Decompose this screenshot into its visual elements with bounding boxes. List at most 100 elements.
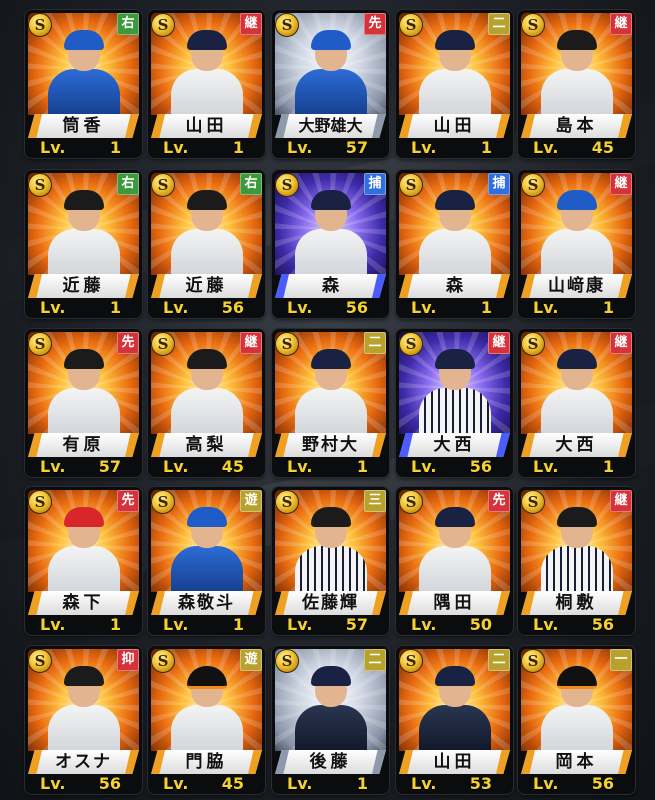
- level-row: Lv. 1: [399, 138, 510, 158]
- player-name: 大野雄大: [298, 116, 363, 135]
- player-card[interactable]: S 遊森敬斗 Lv. 1: [148, 487, 265, 635]
- player-name: 桐敷: [555, 593, 598, 613]
- position-badge: 二: [488, 649, 510, 671]
- position-badge: 継: [610, 173, 632, 195]
- position-badge: 右: [240, 173, 262, 195]
- player-card[interactable]: S 先大野雄大 Lv. 57: [272, 10, 389, 158]
- player-card[interactable]: S 先有原 Lv. 57: [25, 329, 142, 477]
- level-row: Lv. 53: [399, 774, 510, 794]
- position-badge: 三: [364, 490, 386, 512]
- s-coin-icon: S: [275, 173, 299, 197]
- player-name: 山田: [433, 116, 476, 136]
- name-bar: 近藤: [151, 274, 262, 298]
- player-card[interactable]: S 先森下 Lv. 1: [25, 487, 142, 635]
- player-name: 高梨: [185, 435, 228, 455]
- level-value: 45: [591, 138, 614, 157]
- player-name: 門脇: [185, 752, 228, 772]
- level-label: Lv.: [40, 774, 66, 793]
- player-card[interactable]: S 右近藤 Lv. 56: [148, 170, 265, 318]
- level-label: Lv.: [287, 298, 313, 317]
- player-name: 佐藤輝: [302, 593, 359, 613]
- position-badge: 遊: [240, 490, 262, 512]
- player-figure: [168, 29, 246, 115]
- player-card[interactable]: S 継島本 Lv. 45: [518, 10, 635, 158]
- player-cap: [434, 190, 475, 210]
- level-row: Lv. 56: [275, 298, 386, 318]
- position-badge: 先: [117, 332, 139, 354]
- player-card[interactable]: S 継大西 Lv. 1: [518, 329, 635, 477]
- player-card[interactable]: S 二野村大 Lv. 1: [272, 329, 389, 477]
- name-bar: 近藤: [28, 274, 139, 298]
- name-bar: 筒香: [28, 114, 139, 138]
- player-card[interactable]: S 三佐藤輝 Lv. 57: [272, 487, 389, 635]
- level-row: Lv. 56: [151, 298, 262, 318]
- player-card[interactable]: S 捕森 Lv. 1: [396, 170, 513, 318]
- level-label: Lv.: [411, 138, 437, 157]
- player-cap: [556, 666, 597, 689]
- name-bar: 有原: [28, 433, 139, 457]
- position-badge: 先: [117, 490, 139, 512]
- player-uniform: [294, 69, 367, 115]
- name-bar: 岡本: [521, 750, 632, 774]
- player-figure: [292, 506, 370, 592]
- level-label: Lv.: [411, 774, 437, 793]
- player-card[interactable]: S 二山田 Lv. 53: [396, 646, 513, 794]
- player-card[interactable]: S 遊門脇 Lv. 45: [148, 646, 265, 794]
- player-card[interactable]: S 先隅田 Lv. 50: [396, 487, 513, 635]
- level-label: Lv.: [287, 774, 313, 793]
- position-badge: 二: [364, 332, 386, 354]
- level-label: Lv.: [163, 774, 189, 793]
- player-name: 森: [322, 276, 339, 296]
- player-uniform: [540, 546, 613, 592]
- player-uniform: [294, 546, 367, 592]
- s-coin-icon: S: [28, 13, 52, 37]
- s-coin-icon: S: [151, 490, 175, 514]
- player-cap: [63, 507, 104, 527]
- player-uniform: [294, 705, 367, 751]
- player-cap: [434, 666, 475, 686]
- player-card[interactable]: S 捕森 Lv. 56: [272, 170, 389, 318]
- player-figure: [416, 506, 494, 592]
- player-name: 有原: [62, 435, 105, 455]
- player-figure: [538, 506, 616, 592]
- level-row: Lv. 1: [399, 298, 510, 318]
- player-card[interactable]: S 右筒香 Lv. 1: [25, 10, 142, 158]
- player-cap: [310, 349, 351, 369]
- player-card[interactable]: S 右近藤 Lv. 1: [25, 170, 142, 318]
- s-coin-icon: S: [151, 332, 175, 356]
- name-bar: 桐敷: [521, 591, 632, 615]
- position-badge: 捕: [364, 173, 386, 195]
- level-value: 1: [480, 298, 492, 317]
- player-card[interactable]: S 継山田 Lv. 1: [148, 10, 265, 158]
- player-card[interactable]: S 継大西 Lv. 56: [396, 329, 513, 477]
- player-uniform: [540, 705, 613, 751]
- player-name: 森敬斗: [178, 593, 235, 613]
- name-bar: 森下: [28, 591, 139, 615]
- player-card[interactable]: S 抑オスナ Lv. 56: [25, 646, 142, 794]
- level-row: Lv. 50: [399, 615, 510, 635]
- player-uniform: [418, 69, 491, 115]
- s-coin-icon: S: [521, 13, 545, 37]
- level-label: Lv.: [533, 138, 559, 157]
- player-name: 岡本: [555, 752, 598, 772]
- level-value: 1: [109, 138, 121, 157]
- level-label: Lv.: [163, 457, 189, 476]
- position-badge: 先: [364, 13, 386, 35]
- level-label: Lv.: [411, 457, 437, 476]
- level-label: Lv.: [163, 298, 189, 317]
- s-coin-icon: S: [28, 332, 52, 356]
- player-card[interactable]: S 二後藤 Lv. 1: [272, 646, 389, 794]
- player-uniform: [170, 69, 243, 115]
- player-card[interactable]: S 継高梨 Lv. 45: [148, 329, 265, 477]
- player-card[interactable]: S 継山﨑康 Lv. 1: [518, 170, 635, 318]
- player-card[interactable]: S 二山田 Lv. 1: [396, 10, 513, 158]
- player-cap: [310, 507, 351, 527]
- player-name: 近藤: [62, 276, 105, 296]
- level-label: Lv.: [40, 615, 66, 634]
- player-card[interactable]: S 継桐敷 Lv. 56: [518, 487, 635, 635]
- position-badge: 先: [488, 490, 510, 512]
- player-figure: [416, 189, 494, 275]
- level-label: Lv.: [40, 138, 66, 157]
- player-cap: [556, 190, 597, 210]
- player-card[interactable]: S 一岡本 Lv. 56: [518, 646, 635, 794]
